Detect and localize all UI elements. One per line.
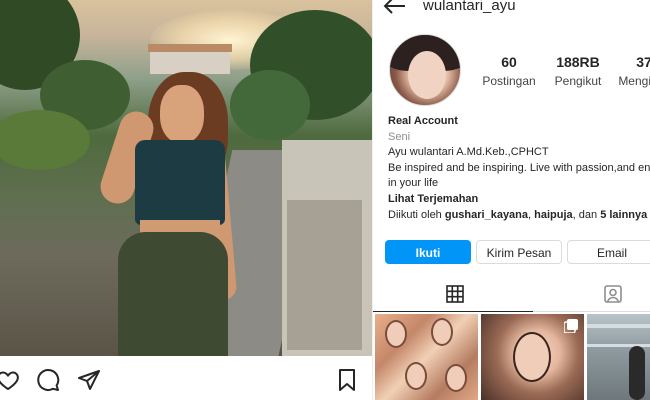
tab-posts-grid[interactable]: [373, 276, 533, 312]
profile-tabs: [373, 276, 650, 312]
bookmark-icon[interactable]: [335, 368, 359, 392]
avatar[interactable]: [389, 34, 461, 106]
followed-by-user: haipuja: [534, 209, 573, 221]
bio-display-name: Real Account: [388, 115, 458, 127]
stat-following[interactable]: 37 Mengikuti: [604, 54, 650, 88]
collage-face: [445, 364, 467, 392]
email-button[interactable]: Email: [567, 240, 650, 264]
followed-by-text[interactable]: Diikuti oleh gushari_kayana, haipuja, da…: [388, 208, 650, 224]
stat-posts-label: Postingan: [482, 74, 536, 88]
collage-face: [405, 362, 427, 390]
bio-text-line: Ayu wulantari A.Md.Keb.,CPHCT: [388, 146, 549, 158]
post-photo[interactable]: [0, 0, 372, 356]
thumbnail-structure: [587, 324, 650, 328]
stat-posts-value: 60: [501, 54, 517, 70]
post-thumbnail[interactable]: [587, 314, 650, 400]
bio-text-line: in your life: [388, 177, 439, 189]
post-thumbnail[interactable]: [481, 314, 584, 400]
person-face: [160, 85, 204, 143]
tab-tagged[interactable]: [533, 276, 650, 312]
post-thumbnail[interactable]: [375, 314, 478, 400]
tree: [230, 70, 310, 140]
grid-icon: [445, 284, 465, 304]
profile-username: wulantari_ayu: [423, 0, 516, 14]
profile-bio: Real Account Seni Ayu wulantari A.Md.Keb…: [388, 114, 650, 224]
building-wall-shadow: [287, 200, 362, 350]
send-message-button[interactable]: Kirim Pesan: [476, 240, 562, 264]
followed-by-prefix: Diikuti oleh: [388, 209, 445, 221]
profile-header: wulantari_ayu: [373, 0, 650, 20]
stat-posts[interactable]: 60 Postingan: [469, 54, 549, 88]
bio-text-line: Be inspired and be inspiring. Live with …: [388, 161, 650, 174]
collage-face: [431, 318, 453, 346]
profile-panel: wulantari_ayu 60 Postingan 188RB Pengiku…: [372, 0, 650, 400]
multiple-photos-icon: [563, 319, 578, 334]
send-icon[interactable]: [77, 368, 101, 392]
avatar-face: [408, 51, 446, 99]
follow-button[interactable]: Ikuti: [385, 240, 471, 264]
tagged-person-icon: [603, 284, 623, 304]
followed-by-more: 5 lainnya: [600, 209, 648, 221]
post-panel: [0, 0, 372, 400]
back-arrow-icon[interactable]: [381, 0, 407, 16]
screen: wulantari_ayu 60 Postingan 188RB Pengiku…: [0, 0, 650, 400]
background-roof: [148, 44, 232, 52]
person-leggings: [118, 232, 228, 356]
bio-category: Seni: [388, 130, 411, 143]
collage-face: [385, 320, 407, 348]
heart-icon[interactable]: [0, 368, 20, 392]
post-action-bar: [0, 356, 372, 400]
stat-following-value: 37: [636, 54, 650, 70]
see-translation-link[interactable]: Lihat Terjemahan: [388, 192, 650, 208]
palm-leaves: [0, 110, 90, 170]
person-shirt: [135, 140, 225, 225]
stat-following-label: Mengikuti: [618, 74, 650, 88]
followed-by-user: gushari_kayana: [444, 209, 529, 221]
thumbnail-face: [513, 332, 551, 382]
comment-icon[interactable]: [36, 368, 60, 392]
posts-grid: [373, 314, 650, 400]
followed-by-separator: , dan: [572, 209, 601, 221]
thumbnail-person: [629, 346, 645, 400]
